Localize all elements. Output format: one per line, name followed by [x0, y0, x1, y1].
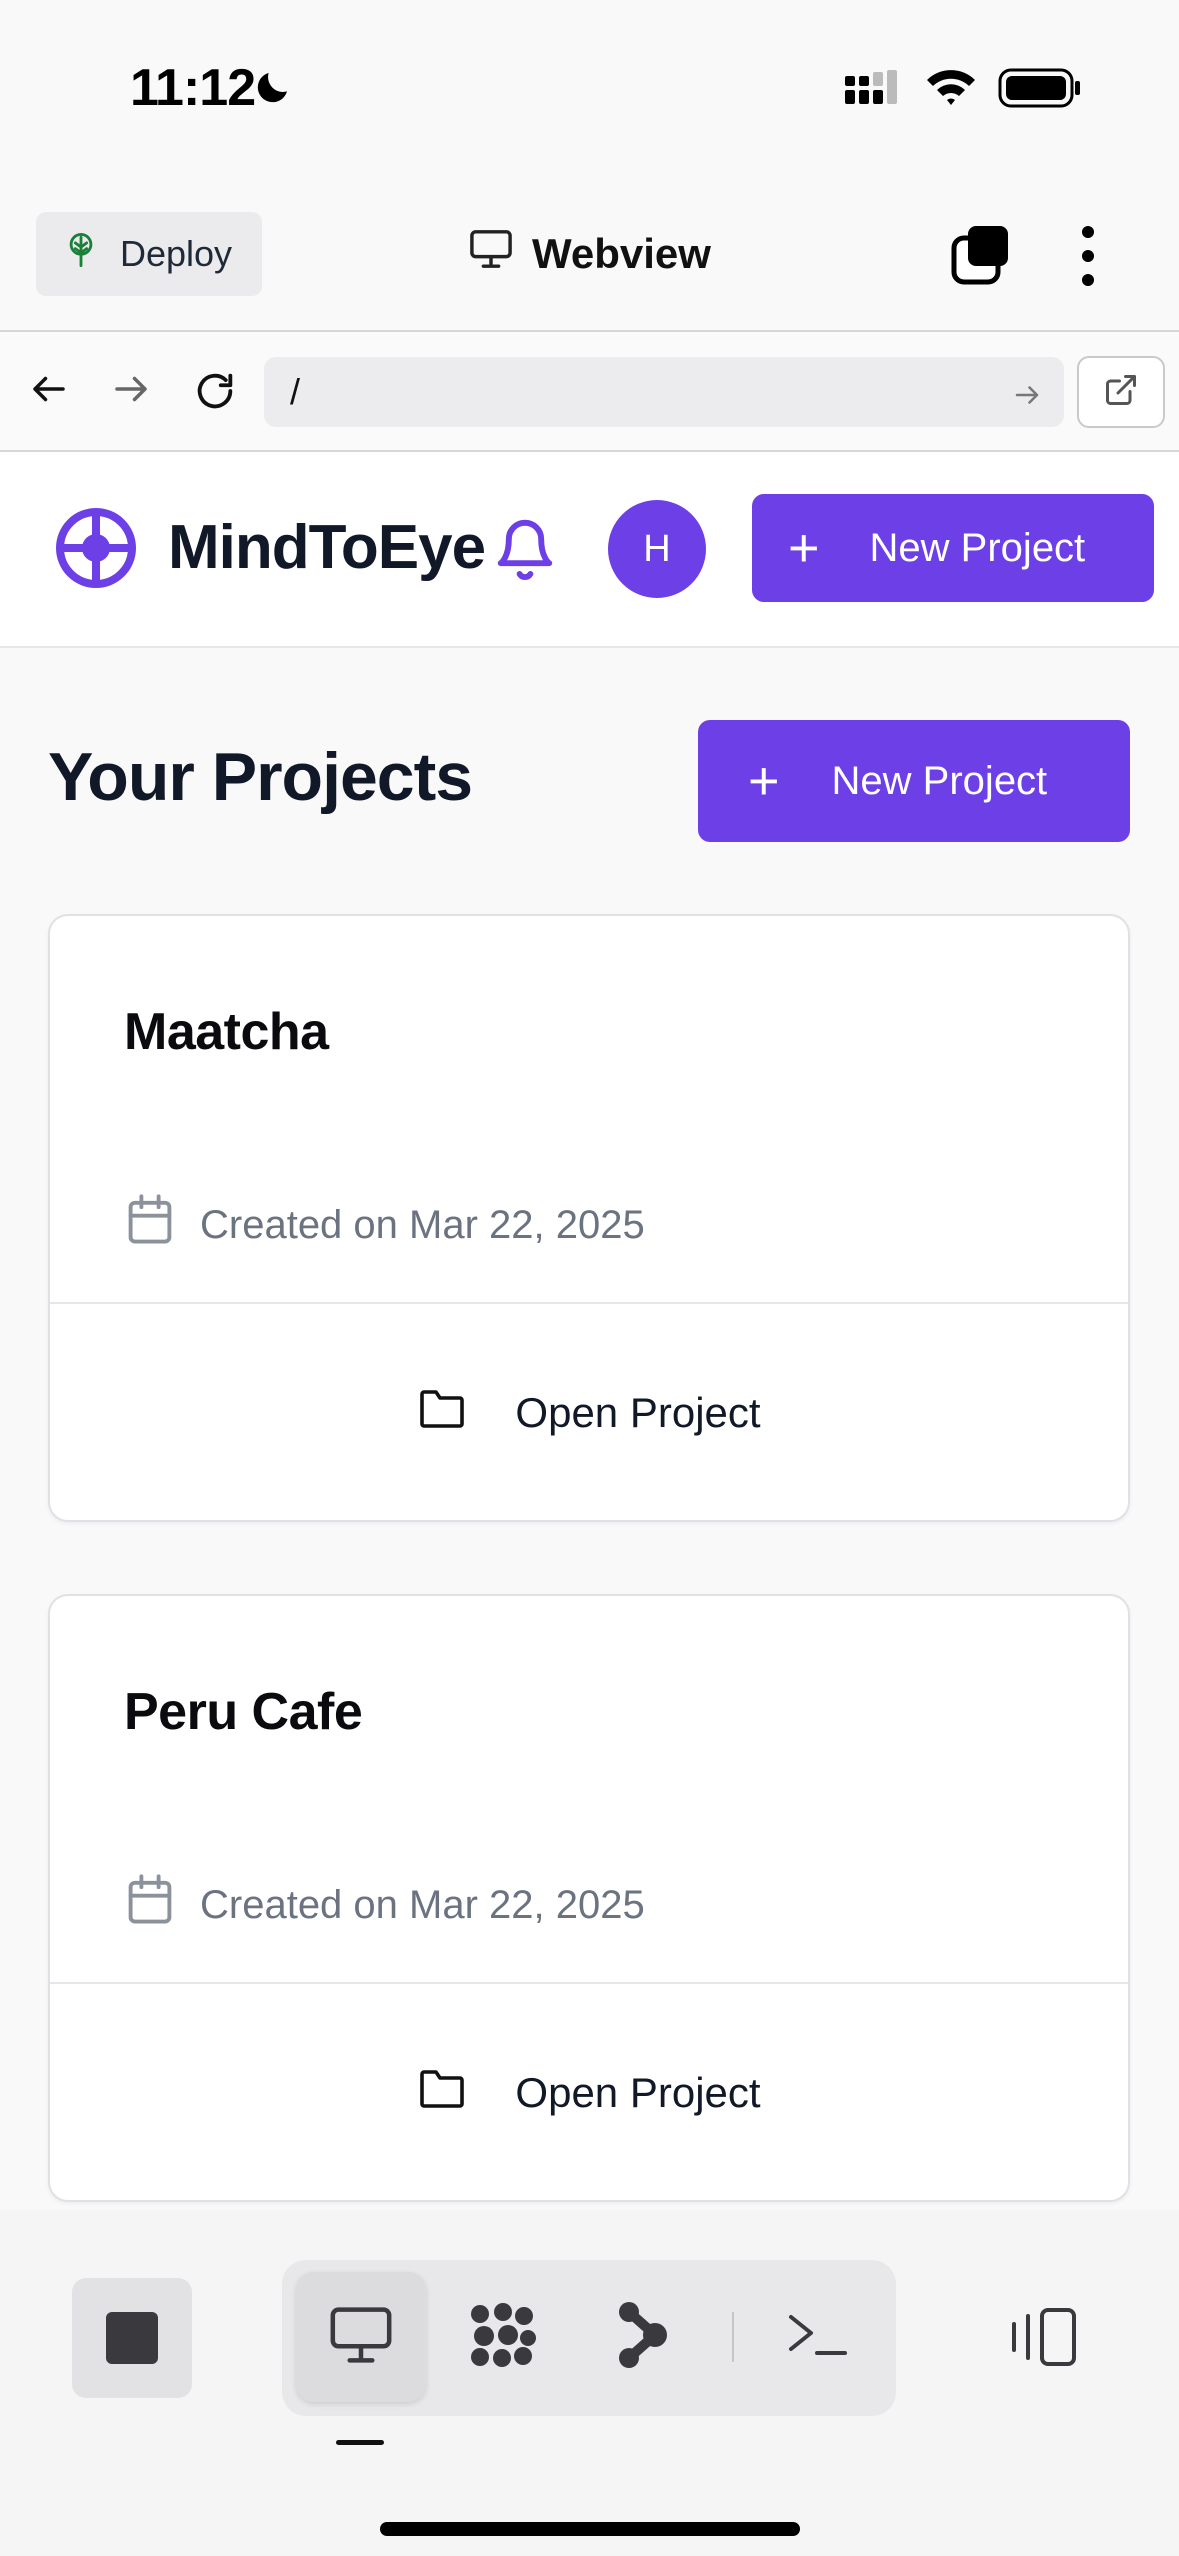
new-project-button[interactable]: + New Project — [698, 720, 1130, 842]
project-created-date: Created on Mar 22, 2025 — [124, 1192, 645, 1258]
avatar[interactable]: H — [608, 500, 706, 598]
git-branch-icon — [615, 2298, 671, 2377]
project-card: Peru Cafe Created on Mar 22, 2025 Open P… — [48, 1594, 1130, 2202]
plus-icon: + — [788, 518, 820, 578]
app-header: MindToEye H + New Project — [0, 452, 1179, 648]
status-time: 11:12 — [130, 59, 256, 117]
projects-page: Your Projects + New Project Maatcha Crea… — [0, 650, 1179, 2210]
tool-switcher — [282, 2260, 896, 2416]
deploy-label: Deploy — [120, 233, 233, 274]
created-text: Created on Mar 22, 2025 — [200, 1882, 645, 1927]
header-new-project-button[interactable]: + New Project — [752, 494, 1154, 602]
stop-icon — [106, 2312, 158, 2364]
deploy-tree-icon — [64, 231, 98, 278]
terminal-icon — [785, 2309, 849, 2366]
logo-icon[interactable] — [54, 506, 138, 595]
webview-selector[interactable]: Webview — [468, 228, 711, 280]
monitor-icon — [468, 228, 514, 280]
page-title: Your Projects — [48, 739, 473, 815]
plus-icon: + — [748, 751, 780, 811]
agent-icon — [466, 2298, 540, 2377]
status-bar: 11:12 — [0, 0, 1179, 170]
url-bar: / — [0, 330, 1179, 452]
back-arrow-icon[interactable] — [28, 368, 70, 415]
open-external-button[interactable] — [1077, 356, 1165, 428]
external-link-icon — [1103, 372, 1139, 413]
webview-label: Webview — [532, 230, 711, 277]
workspace-top-bar: Deploy Webview — [0, 200, 1179, 330]
go-arrow-icon[interactable] — [1012, 377, 1042, 419]
bell-icon[interactable] — [492, 512, 558, 587]
home-indicator[interactable] — [380, 2522, 800, 2536]
active-tool-indicator — [336, 2440, 384, 2445]
project-created-date: Created on Mar 22, 2025 — [124, 1872, 645, 1938]
bottom-toolbar — [0, 2210, 1179, 2556]
calendar-icon — [124, 1192, 176, 1258]
shell-tool-button[interactable] — [752, 2272, 882, 2402]
new-project-label: New Project — [869, 525, 1086, 570]
calendar-icon — [124, 1872, 176, 1938]
forward-arrow-icon[interactable] — [110, 368, 152, 415]
battery-icon — [998, 66, 1082, 115]
monitor-icon — [327, 2304, 395, 2371]
reload-icon[interactable] — [192, 368, 238, 419]
wifi-icon — [925, 66, 977, 111]
moon-icon — [252, 66, 294, 113]
tabs-icon[interactable] — [950, 224, 1012, 291]
panel-layout-icon[interactable] — [1008, 2306, 1078, 2373]
brand-name[interactable]: MindToEye — [168, 512, 486, 583]
stop-button[interactable] — [72, 2278, 192, 2398]
open-project-label: Open Project — [515, 2069, 761, 2116]
project-name: Peru Cafe — [124, 1683, 363, 1741]
url-text: / — [290, 371, 301, 412]
open-project-label: Open Project — [515, 1389, 761, 1436]
created-text: Created on Mar 22, 2025 — [200, 1202, 645, 1247]
url-input[interactable]: / — [264, 357, 1064, 427]
project-name: Maatcha — [124, 1003, 329, 1061]
deploy-button[interactable]: Deploy — [36, 212, 262, 296]
cellular-signal-icon — [845, 70, 903, 111]
project-card: Maatcha Created on Mar 22, 2025 Open Pro… — [48, 914, 1130, 1522]
folder-icon — [417, 2066, 467, 2120]
new-project-label: New Project — [831, 758, 1048, 803]
folder-icon — [417, 1386, 467, 1440]
open-project-button[interactable]: Open Project — [50, 1984, 1128, 2202]
agent-tool-button[interactable] — [438, 2272, 568, 2402]
toolbar-separator — [732, 2312, 734, 2362]
git-tool-button[interactable] — [578, 2272, 708, 2402]
webview-tool-button[interactable] — [296, 2272, 426, 2402]
more-options-icon[interactable] — [1078, 224, 1098, 293]
open-project-button[interactable]: Open Project — [50, 1304, 1128, 1522]
